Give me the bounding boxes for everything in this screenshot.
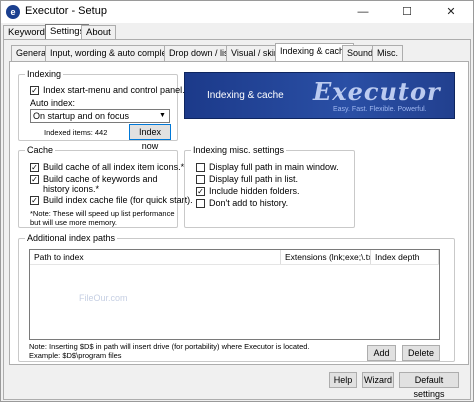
paths-note: Note: Inserting $D$ in path will insert … (29, 342, 310, 351)
help-button[interactable]: Help (329, 372, 357, 388)
tab-about[interactable]: About (81, 25, 116, 40)
no-history-label: Don't add to history. (209, 198, 289, 208)
full-path-main-label: Display full path in main window. (209, 162, 339, 172)
window-title: Executor - Setup (25, 5, 107, 17)
banner-title: Indexing & cache (207, 90, 284, 101)
column-extensions[interactable]: Extensions (lnk;exe;\.txt) (281, 250, 371, 264)
header-divider (30, 264, 439, 265)
setup-window: e Executor - Setup — ☐ ✕ Keywords Settin… (0, 0, 474, 402)
full-path-main-checkbox[interactable] (196, 163, 205, 172)
watermark: FileOur.com (79, 293, 128, 303)
close-button[interactable]: ✕ (429, 1, 473, 23)
icon-cache-checkbox[interactable]: ✓ (30, 163, 39, 172)
hidden-folders-label: Include hidden folders. (209, 186, 300, 196)
icon-cache-label: Build cache of all index item icons.* (43, 162, 185, 172)
executor-logo: Executor (313, 77, 441, 106)
banner-slogan: Easy. Fast. Flexible. Powerful. (333, 106, 427, 113)
header-banner: Indexing & cache Executor Easy. Fast. Fl… (184, 72, 455, 119)
cache-group-title: Cache (25, 145, 56, 155)
additional-paths-title: Additional index paths (25, 233, 118, 243)
tab-misc[interactable]: Misc. (372, 45, 403, 61)
paths-example: Example: $D$\program files (29, 351, 122, 360)
index-now-button[interactable]: Index now (129, 124, 171, 151)
full-path-list-checkbox[interactable] (196, 175, 205, 184)
indexing-group-title: Indexing (25, 69, 64, 79)
wizard-button[interactable]: Wizard (362, 372, 394, 388)
keywords-cache-label: Build cache of keywords and history icon… (43, 174, 158, 194)
index-cache-file-label: Build index cache file (for quick start)… (43, 195, 193, 205)
cache-note: *Note: These will speed up list performa… (30, 209, 175, 227)
auto-index-label: Auto index: (30, 98, 76, 108)
column-index-depth[interactable]: Index depth (371, 250, 439, 264)
add-path-button[interactable]: Add (367, 345, 396, 361)
delete-path-button[interactable]: Delete (402, 345, 440, 361)
minimize-button[interactable]: — (341, 1, 385, 23)
indexing-misc-group-title: Indexing misc. settings (191, 145, 287, 155)
full-path-list-label: Display full path in list. (209, 174, 299, 184)
main-tab-strip: Keywords Settings About (1, 23, 473, 40)
column-path-to-index[interactable]: Path to index (30, 250, 281, 264)
app-icon: e (6, 5, 20, 19)
auto-index-value: On startup and on focus (33, 111, 130, 121)
maximize-button[interactable]: ☐ (385, 1, 429, 23)
index-cache-file-checkbox[interactable]: ✓ (30, 196, 39, 205)
default-settings-button[interactable]: Default settings (399, 372, 459, 399)
start-menu-label: Index start-menu and control panel. (43, 85, 185, 95)
hidden-folders-checkbox[interactable]: ✓ (196, 187, 205, 196)
chevron-down-icon: ▼ (159, 112, 166, 119)
title-bar[interactable]: e Executor - Setup — ☐ ✕ (1, 1, 473, 23)
start-menu-checkbox[interactable]: ✓ (30, 86, 39, 95)
keywords-cache-checkbox[interactable]: ✓ (30, 175, 39, 184)
indexed-items-count: Indexed items: 442 (44, 128, 108, 137)
no-history-checkbox[interactable] (196, 199, 205, 208)
auto-index-select[interactable]: On startup and on focus ▼ (30, 109, 170, 123)
